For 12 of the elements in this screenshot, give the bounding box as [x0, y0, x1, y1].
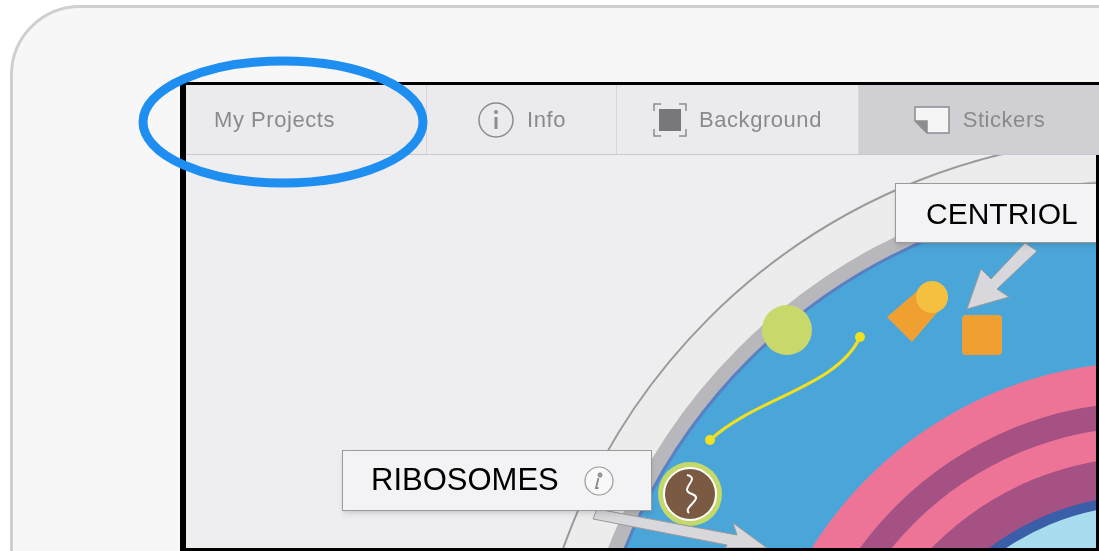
- callout-label: CENTRIOL: [895, 183, 1096, 243]
- centriole-drawing: [887, 281, 948, 342]
- background-icon: [653, 102, 688, 137]
- callout-label: RIBOSOMES: [342, 450, 652, 511]
- toolbar-tab[interactable]: Stickers: [859, 85, 1099, 154]
- vesicle: [762, 305, 812, 355]
- ribosome-drawing: [658, 462, 722, 526]
- pointer-arrow: [966, 242, 1038, 310]
- info-icon: [477, 100, 516, 139]
- info-icon[interactable]: [582, 464, 615, 497]
- sticker-icon: [912, 104, 951, 135]
- centriole-drawing: [962, 315, 1002, 355]
